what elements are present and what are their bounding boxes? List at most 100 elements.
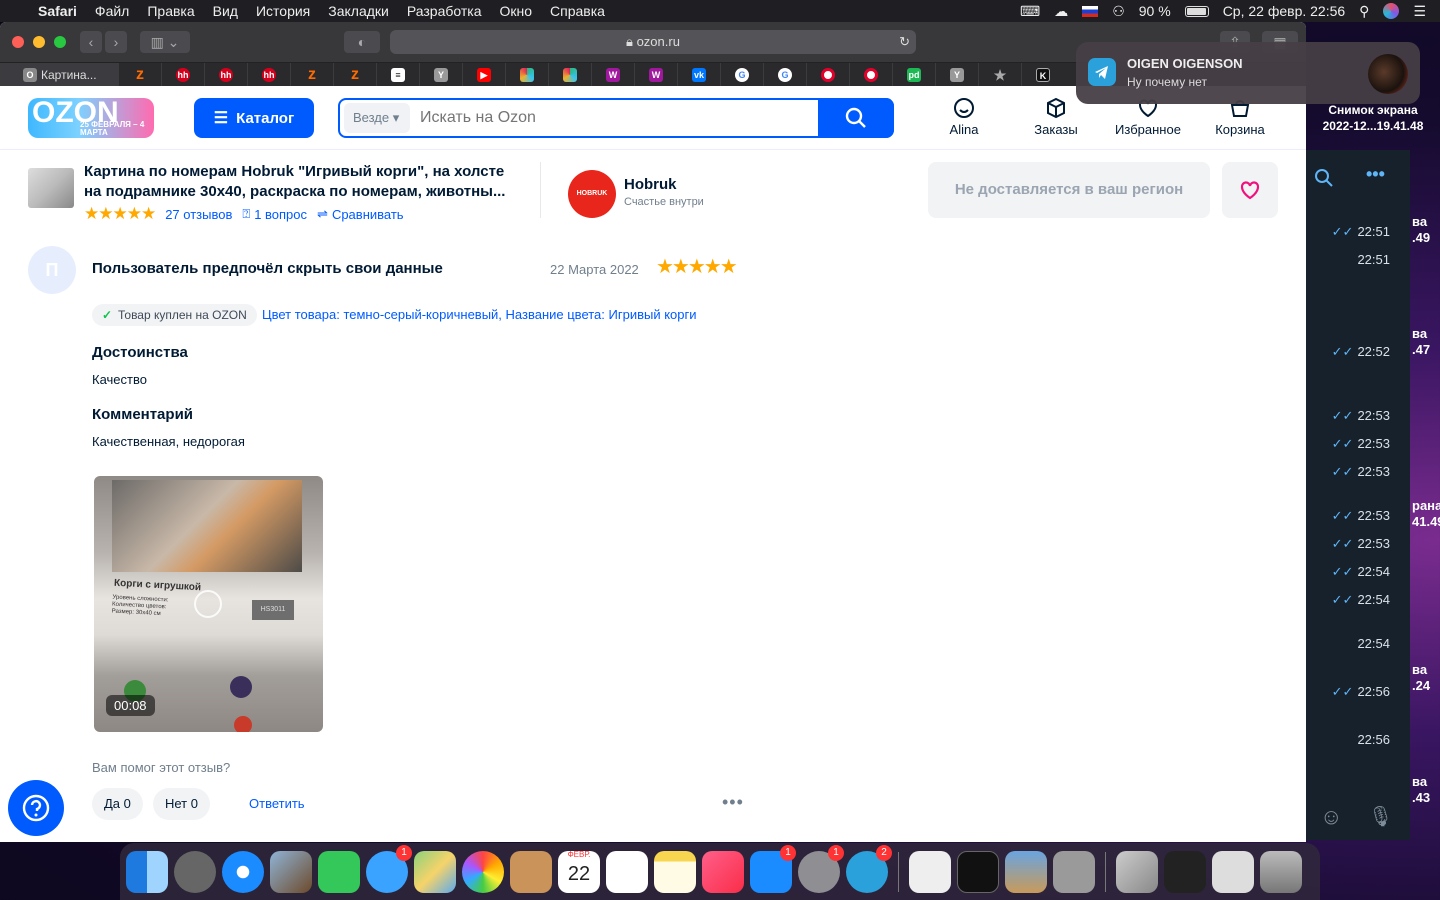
recent-screenshot-icon[interactable] (1116, 850, 1158, 893)
menu-bookmarks[interactable]: Закладки (328, 3, 389, 19)
downloads-stack-icon[interactable] (1212, 850, 1254, 893)
tab[interactable]: pd (892, 62, 935, 87)
zoom-window-button[interactable] (54, 36, 66, 48)
recent-window-icon[interactable] (1164, 850, 1206, 893)
microphone-icon[interactable]: 🎙 (1368, 804, 1393, 829)
helpful-no-button[interactable]: Нет 0 (153, 788, 210, 820)
maps-icon[interactable] (414, 850, 456, 893)
minimize-window-button[interactable] (33, 36, 45, 48)
review-video-thumbnail[interactable]: Корги с игрушкой Уровень сложности: Коли… (94, 476, 323, 732)
compare-link[interactable]: Сравнивать (332, 207, 404, 222)
seller-name[interactable]: Hobruk (624, 176, 677, 193)
telegram-more-icon[interactable]: ••• (1366, 164, 1385, 185)
seller-logo[interactable]: HOBRUK (568, 170, 616, 218)
vpn-icon[interactable]: ⚇ (1112, 3, 1125, 20)
tab[interactable] (505, 62, 548, 87)
sidebar-toggle-icon[interactable]: ▥ ⌄ (140, 31, 190, 53)
disk-utility-icon[interactable] (1053, 850, 1095, 893)
play-icon[interactable] (194, 590, 222, 618)
menu-develop[interactable]: Разработка (407, 3, 482, 19)
app-store-icon[interactable]: 1 (750, 844, 796, 893)
messages-icon[interactable]: 1 (366, 844, 412, 893)
siri-icon[interactable] (1383, 3, 1400, 19)
battery-icon[interactable] (1184, 5, 1209, 17)
terminal-icon[interactable] (957, 850, 999, 893)
telegram-search-icon[interactable] (1314, 168, 1334, 188)
tab[interactable] (849, 62, 892, 87)
music-icon[interactable] (702, 850, 744, 893)
menu-edit[interactable]: Правка (147, 3, 194, 19)
input-source-flag-icon[interactable] (1082, 5, 1099, 17)
menu-app-name[interactable]: Safari (38, 3, 77, 19)
tab[interactable]: Y (935, 62, 978, 87)
privacy-shield-icon[interactable]: ◐ (344, 31, 380, 53)
help-button[interactable] (8, 780, 64, 836)
menu-file[interactable]: Файл (95, 3, 129, 19)
tab[interactable]: W (591, 62, 634, 87)
back-button[interactable]: ‹ (80, 31, 102, 53)
image-capture-icon[interactable] (1005, 850, 1047, 893)
search-input[interactable] (420, 109, 810, 127)
menu-history[interactable]: История (256, 3, 310, 19)
tab[interactable]: K (1021, 62, 1064, 87)
product-thumbnail[interactable] (28, 168, 74, 208)
ozon-logo[interactable]: OZON 25 ФЕВРАЛЯ – 4 МАРТА (28, 98, 154, 138)
tab[interactable]: Y (419, 62, 462, 87)
notification-banner[interactable]: OIGEN OIGENSON Ну почему нет (1076, 42, 1420, 104)
sticker-icon[interactable]: ☺ (1320, 804, 1342, 830)
reminders-icon[interactable] (606, 850, 648, 893)
forward-button[interactable]: › (105, 31, 127, 53)
tab[interactable]: z (333, 62, 376, 87)
address-bar[interactable]: 🔒︎ ozon.ru ↻ (390, 30, 916, 54)
datetime[interactable]: Ср, 22 февр. 22:56 (1223, 3, 1345, 19)
desktop-screenshot-label[interactable]: Снимок экрана 2022-12...19.41.48 (1318, 102, 1428, 134)
tab-active[interactable]: О Картина... (0, 62, 118, 87)
close-window-button[interactable] (12, 36, 24, 48)
launchpad-icon[interactable] (174, 850, 216, 893)
tab[interactable]: ▶ (462, 62, 505, 87)
tab[interactable]: z (118, 62, 161, 87)
questions-link[interactable]: 1 вопрос (254, 207, 307, 222)
menu-window[interactable]: Окно (499, 3, 532, 19)
add-to-favorites-button[interactable] (1222, 162, 1278, 218)
spotlight-icon[interactable]: ⚲ (1359, 3, 1369, 20)
tab[interactable]: ★ (978, 62, 1021, 87)
finder-icon[interactable] (126, 850, 168, 893)
textedit-icon[interactable] (909, 850, 951, 893)
tab[interactable]: ≡ (376, 62, 419, 87)
search-button[interactable] (818, 98, 894, 138)
reply-link[interactable]: Ответить (249, 796, 305, 811)
facetime-icon[interactable] (318, 850, 360, 893)
tab[interactable] (548, 62, 591, 87)
nav-profile[interactable]: Alina (924, 96, 1004, 137)
tab[interactable]: hh (161, 62, 204, 87)
tab[interactable]: hh (204, 62, 247, 87)
product-title[interactable]: Картина по номерам Hobruk "Игривый корги… (84, 162, 524, 202)
trash-icon[interactable] (1260, 850, 1302, 893)
control-center-icon[interactable]: ☰ (1413, 3, 1426, 20)
reload-icon[interactable]: ↻ (899, 30, 910, 54)
calendar-icon[interactable]: ФЕВР. 22 (558, 850, 600, 893)
tab[interactable]: W (634, 62, 677, 87)
tab[interactable]: G (720, 62, 763, 87)
notes-icon[interactable] (654, 850, 696, 893)
keyboard-icon[interactable]: ⌨ (1020, 3, 1040, 20)
system-preferences-icon[interactable]: 1 (798, 844, 844, 893)
helpful-yes-button[interactable]: Да 0 (92, 788, 143, 820)
more-options-icon[interactable]: ••• (722, 792, 744, 813)
tab[interactable] (806, 62, 849, 87)
delivery-status-button[interactable]: Не доставляется в ваш регион (928, 162, 1210, 218)
reviews-link[interactable]: 27 отзывов (165, 207, 232, 222)
creative-cloud-icon[interactable]: ☁ (1054, 3, 1068, 20)
telegram-dock-icon[interactable]: 2 (846, 844, 892, 893)
safari-icon[interactable] (222, 850, 264, 893)
menu-view[interactable]: Вид (213, 3, 238, 19)
preview-icon[interactable] (270, 850, 312, 893)
catalog-button[interactable]: ☰ Каталог (194, 98, 314, 138)
search-scope-select[interactable]: Везде ▾ (344, 103, 410, 133)
contacts-icon[interactable] (510, 850, 552, 893)
menu-help[interactable]: Справка (550, 3, 605, 19)
tab[interactable]: vk (677, 62, 720, 87)
tab[interactable]: z (290, 62, 333, 87)
photos-icon[interactable] (462, 850, 504, 893)
